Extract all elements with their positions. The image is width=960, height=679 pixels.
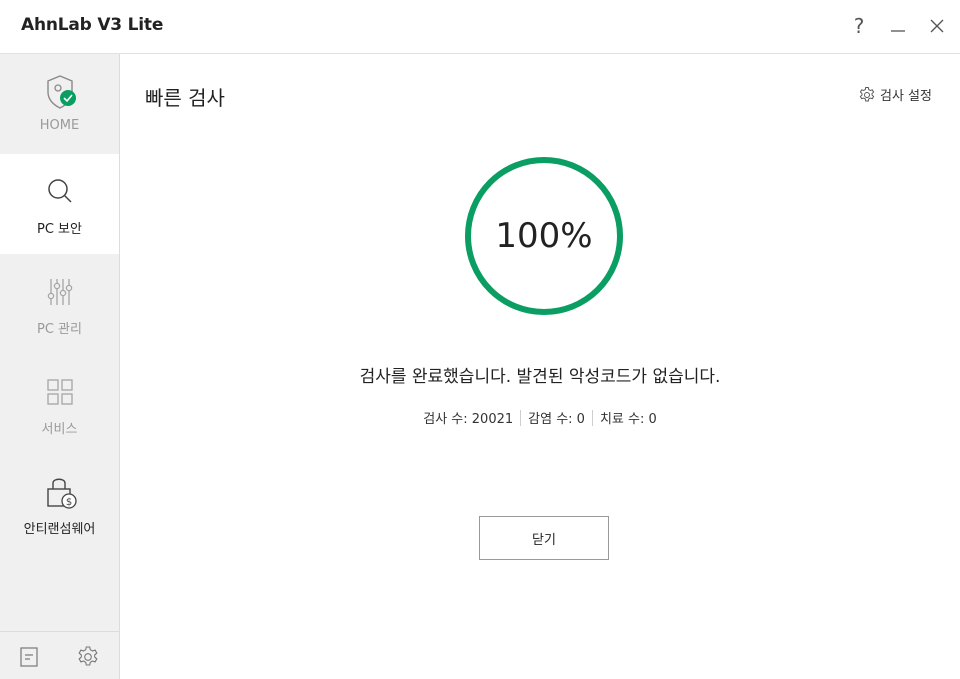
scan-settings-label: 검사 설정 <box>880 89 932 104</box>
document-icon[interactable] <box>16 644 42 670</box>
close-window-button[interactable] <box>923 12 951 40</box>
close-button[interactable]: 닫기 <box>479 516 609 560</box>
sidebar-item-label: 안티랜섬웨어 <box>23 522 96 537</box>
title-bar: AhnLab V3 Lite ? <box>0 0 960 54</box>
lock-dollar-icon: $ <box>40 472 80 512</box>
shield-check-icon <box>40 72 80 112</box>
help-button[interactable]: ? <box>845 12 873 40</box>
sidebar: HOME PC 보안 PC 관리 서비스 $ 안티랜섬웨어 <box>0 54 120 679</box>
scanned-count: 검사 수: 20021 <box>423 412 514 427</box>
sidebar-item-label: PC 보안 <box>37 222 82 237</box>
scan-settings-link[interactable]: 검사 설정 <box>858 85 932 104</box>
sidebar-item-anti-ransomware[interactable]: $ 안티랜섬웨어 <box>0 454 119 554</box>
sidebar-item-services[interactable]: 서비스 <box>0 354 119 454</box>
scan-result-message: 검사를 완료했습니다. 발견된 악성코드가 없습니다. <box>359 367 721 387</box>
sidebar-item-pc-security[interactable]: PC 보안 <box>0 154 119 254</box>
minimize-button[interactable] <box>884 12 912 40</box>
sidebar-item-label: PC 관리 <box>37 322 82 337</box>
sidebar-item-label: 서비스 <box>41 422 78 437</box>
close-icon <box>930 19 944 33</box>
minimize-icon <box>891 30 905 32</box>
gear-icon[interactable] <box>75 644 101 670</box>
svg-text:$: $ <box>65 497 71 508</box>
search-icon <box>40 172 80 212</box>
sidebar-item-label: HOME <box>39 118 80 133</box>
sidebar-item-home[interactable]: HOME <box>0 54 119 154</box>
gear-icon <box>859 86 875 101</box>
app-title: AhnLab V3 Lite <box>21 15 164 35</box>
progress-ring: 100% <box>463 155 625 317</box>
infected-count: 감염 수: 0 <box>528 412 585 427</box>
sidebar-bottom-bar <box>0 631 119 679</box>
cured-count: 치료 수: 0 <box>599 412 657 427</box>
sliders-icon <box>40 272 80 312</box>
sidebar-item-pc-management[interactable]: PC 관리 <box>0 254 119 354</box>
page-title: 빠른 검사 <box>145 86 225 110</box>
grid-icon <box>40 372 80 412</box>
scan-stats: 검사 수: 20021 감염 수: 0 치료 수: 0 <box>120 408 960 427</box>
progress-percent: 100% <box>495 216 593 256</box>
